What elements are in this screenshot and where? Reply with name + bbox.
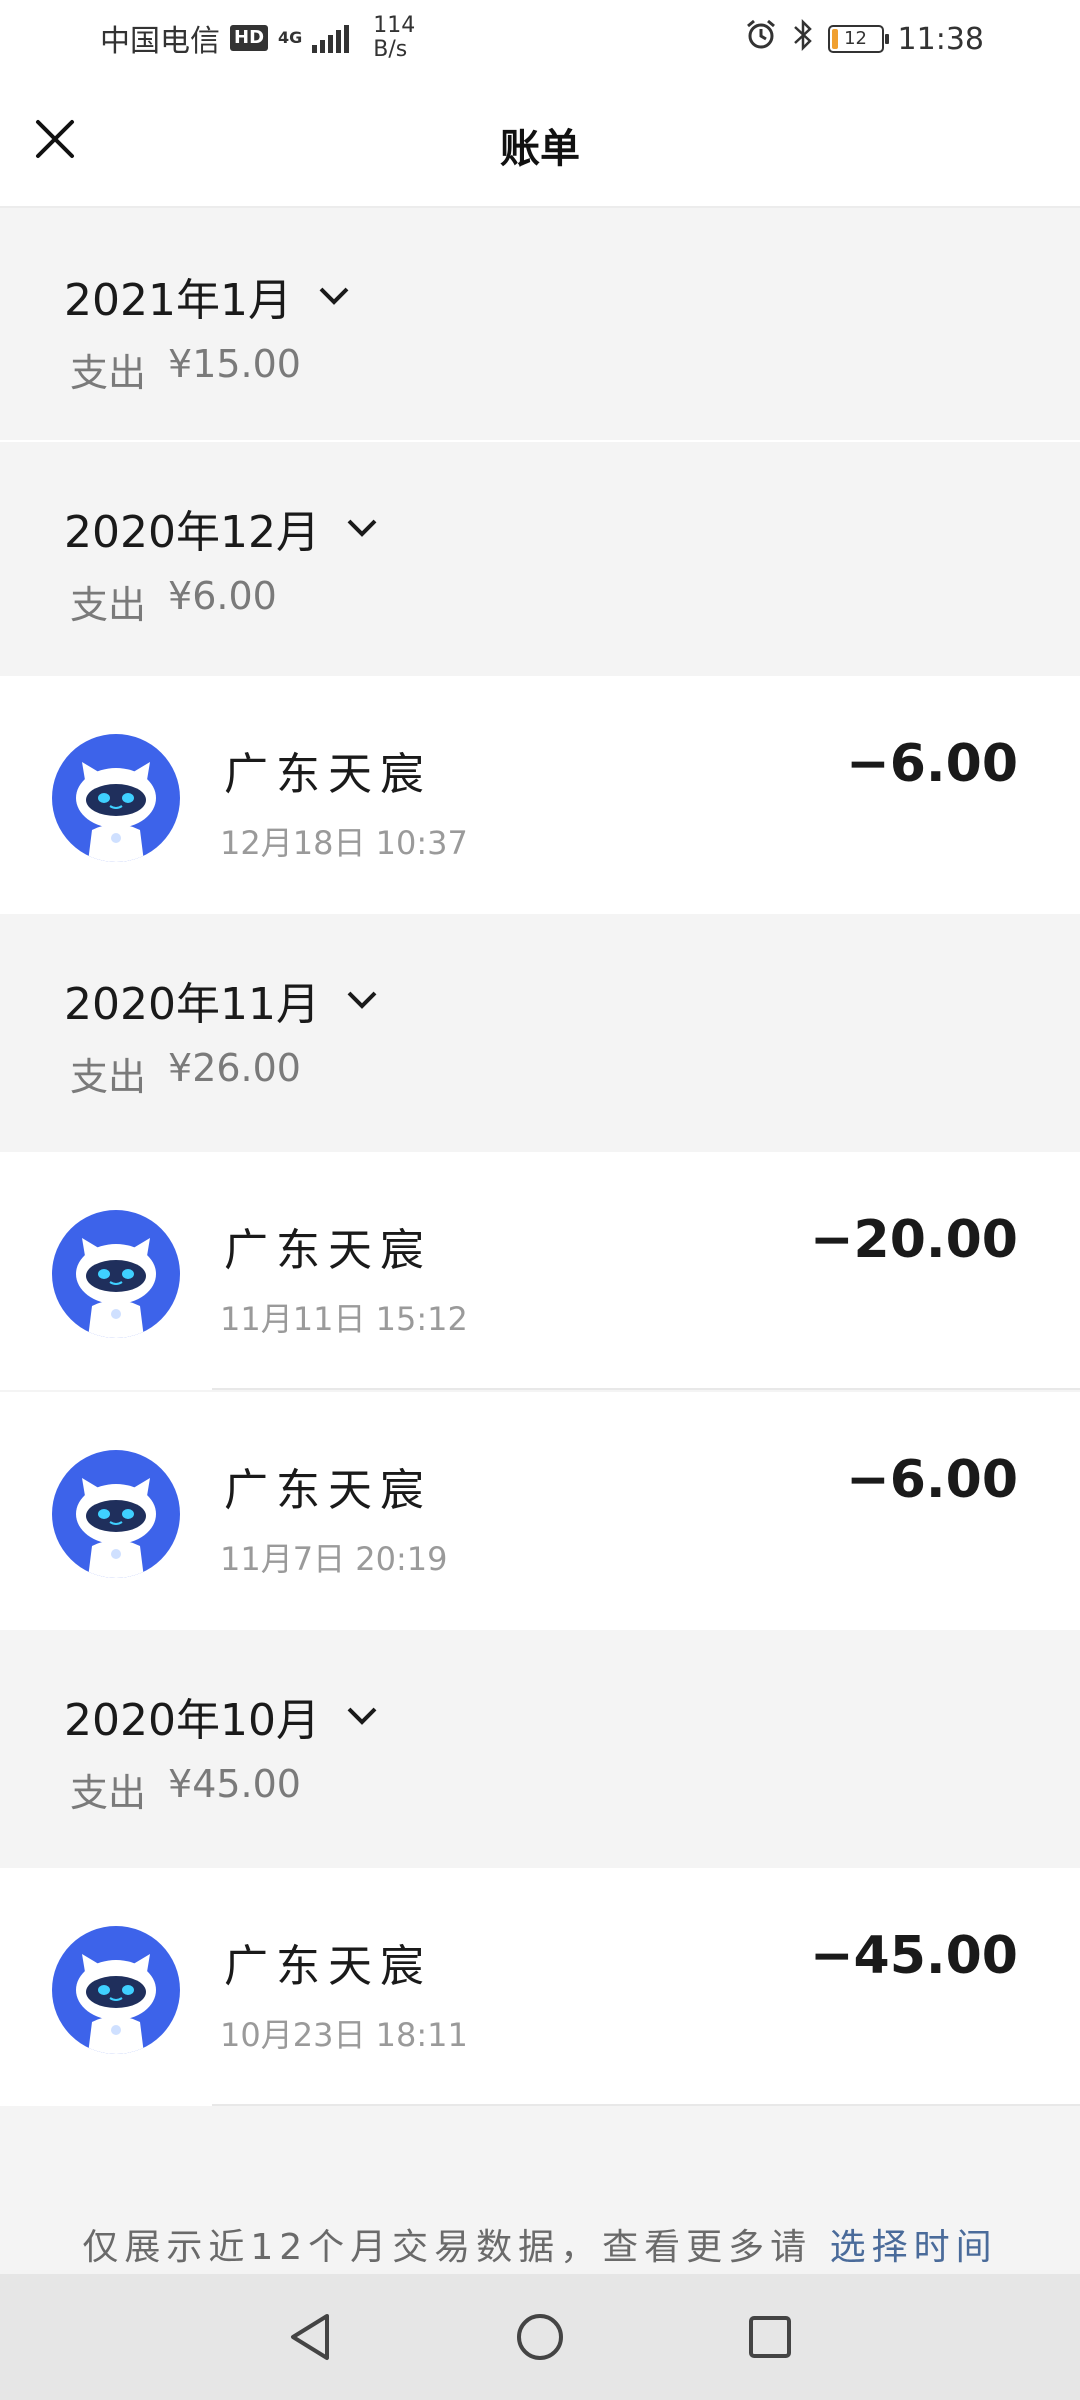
robot-avatar-icon bbox=[76, 1238, 156, 1338]
hd-badge: HD bbox=[230, 25, 269, 51]
network-type: 4G bbox=[278, 28, 303, 47]
expense-label: 支出 bbox=[70, 1771, 147, 1815]
history-note-text: 仅展示近12个月交易数据，查看更多请 bbox=[82, 2227, 813, 2268]
transaction-time: 11月11日 15:12 bbox=[220, 1300, 468, 1338]
network-speed: 114 B/s bbox=[373, 14, 415, 62]
month-expense: 支出 ¥26.00 bbox=[70, 1046, 301, 1101]
transaction-time: 10月23日 18:11 bbox=[220, 2016, 468, 2054]
recents-button[interactable] bbox=[740, 2307, 800, 2367]
row-divider bbox=[212, 2104, 1080, 2106]
row-divider bbox=[212, 1388, 1080, 1390]
month-section-2020-11[interactable]: 2020年11月 支出 ¥26.00 bbox=[0, 914, 1080, 1152]
speed-value: 114 bbox=[373, 13, 416, 38]
transaction-amount: −45.00 bbox=[809, 1926, 1018, 1986]
month-section-2020-12[interactable]: 2020年12月 支出 ¥6.00 bbox=[0, 442, 1080, 676]
back-button[interactable] bbox=[280, 2307, 340, 2367]
transaction-amount: −6.00 bbox=[846, 1450, 1018, 1510]
merchant-name: 广东天宸 bbox=[224, 1465, 432, 1516]
merchant-avatar bbox=[52, 1450, 180, 1578]
month-header[interactable]: 2020年11月 bbox=[64, 968, 382, 1032]
system-nav-bar bbox=[0, 2274, 1080, 2400]
month-header[interactable]: 2020年12月 bbox=[64, 496, 382, 560]
expense-value: ¥6.00 bbox=[168, 574, 277, 618]
expense-label: 支出 bbox=[70, 351, 147, 395]
status-right: 12 11:38 bbox=[744, 18, 984, 60]
home-circle-icon bbox=[517, 2314, 563, 2360]
expense-value: ¥45.00 bbox=[168, 1762, 301, 1806]
month-expense: 支出 ¥15.00 bbox=[70, 342, 301, 397]
robot-avatar-icon bbox=[76, 762, 156, 862]
month-label: 2020年10月 bbox=[64, 1695, 320, 1746]
merchant-name: 广东天宸 bbox=[224, 749, 432, 800]
transaction-amount: −20.00 bbox=[809, 1210, 1018, 1270]
carrier-name: 中国电信 bbox=[100, 24, 220, 59]
month-section-2021-1[interactable]: 2021年1月 支出 ¥15.00 bbox=[0, 210, 1080, 440]
transaction-row[interactable]: 广东天宸 12月18日 10:37 −6.00 bbox=[0, 676, 1080, 914]
bluetooth-icon bbox=[792, 18, 814, 60]
robot-avatar-icon bbox=[76, 1478, 156, 1578]
recents-square-icon bbox=[749, 2316, 791, 2358]
home-button[interactable] bbox=[510, 2307, 570, 2367]
month-label: 2020年11月 bbox=[64, 979, 320, 1030]
select-time-link[interactable]: 选择时间 bbox=[830, 2227, 998, 2268]
history-note: 仅展示近12个月交易数据，查看更多请 选择时间 bbox=[0, 2218, 1080, 2270]
transaction-row[interactable]: 广东天宸 11月7日 20:19 −6.00 bbox=[0, 1392, 1080, 1630]
page-title: 账单 bbox=[500, 126, 580, 172]
month-section-2020-10[interactable]: 2020年10月 支出 ¥45.00 bbox=[0, 1630, 1080, 1868]
chevron-down-icon[interactable] bbox=[342, 508, 382, 548]
transaction-amount: −6.00 bbox=[846, 734, 1018, 794]
alarm-icon bbox=[744, 18, 778, 60]
battery-icon: 12 bbox=[827, 25, 889, 53]
transaction-row[interactable]: 广东天宸 10月23日 18:11 −45.00 bbox=[0, 1868, 1080, 2106]
merchant-name: 广东天宸 bbox=[224, 1225, 432, 1276]
month-label: 2020年12月 bbox=[64, 507, 320, 558]
expense-label: 支出 bbox=[70, 1055, 147, 1099]
month-expense: 支出 ¥6.00 bbox=[70, 574, 277, 629]
month-header[interactable]: 2020年10月 bbox=[64, 1684, 382, 1748]
chevron-down-icon[interactable] bbox=[314, 276, 354, 316]
chevron-down-icon[interactable] bbox=[342, 1696, 382, 1736]
expense-value: ¥15.00 bbox=[168, 342, 301, 386]
merchant-avatar bbox=[52, 734, 180, 862]
month-label: 2021年1月 bbox=[64, 275, 292, 326]
merchant-avatar bbox=[52, 1210, 180, 1338]
chevron-down-icon[interactable] bbox=[342, 980, 382, 1020]
month-header[interactable]: 2021年1月 bbox=[64, 264, 354, 328]
battery-level: 12 bbox=[844, 28, 867, 49]
transaction-time: 12月18日 10:37 bbox=[220, 824, 468, 862]
signal-icon bbox=[312, 23, 350, 53]
robot-avatar-icon bbox=[76, 1954, 156, 2054]
merchant-name: 广东天宸 bbox=[224, 1941, 432, 1992]
transaction-time: 11月7日 20:19 bbox=[220, 1540, 448, 1578]
back-triangle-icon bbox=[291, 2314, 329, 2360]
status-left: 中国电信 HD 4G 114 B/s bbox=[100, 14, 415, 62]
month-expense: 支出 ¥45.00 bbox=[70, 1762, 301, 1817]
expense-label: 支出 bbox=[70, 583, 147, 627]
expense-value: ¥26.00 bbox=[168, 1046, 301, 1090]
status-bar: 中国电信 HD 4G 114 B/s 12 11:38 bbox=[0, 0, 1080, 76]
merchant-avatar bbox=[52, 1926, 180, 2054]
status-time: 11:38 bbox=[897, 21, 984, 57]
app-header: 账单 bbox=[0, 76, 1080, 208]
transaction-row[interactable]: 广东天宸 11月11日 15:12 −20.00 bbox=[0, 1152, 1080, 1390]
speed-unit: B/s bbox=[373, 37, 408, 62]
